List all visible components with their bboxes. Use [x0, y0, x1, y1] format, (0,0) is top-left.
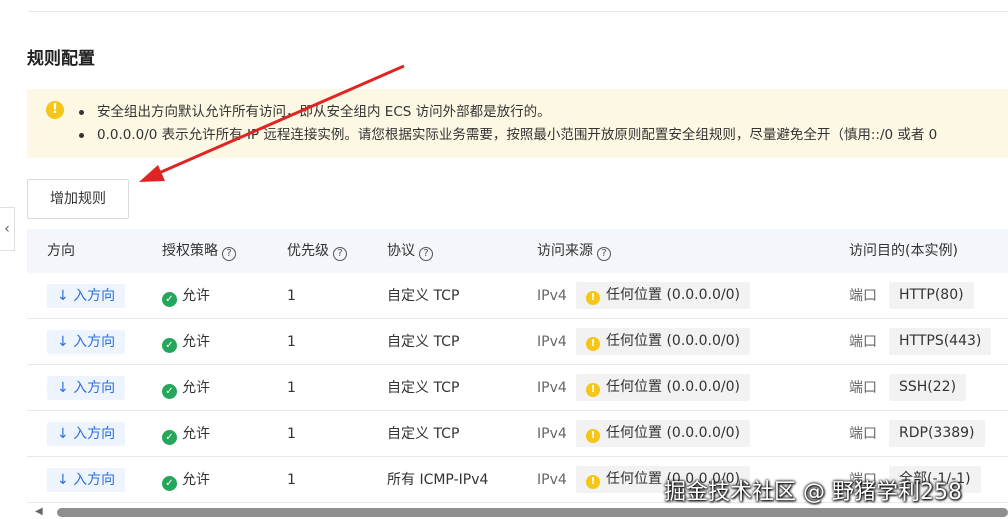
help-icon[interactable]: ?: [597, 247, 611, 261]
check-icon: ✓: [162, 384, 177, 399]
table-row: ↓ 入方向 ✓ 允许 1 自定义 TCP IPv4 ! 任何位置 (0.0.0.0/…: [27, 411, 1008, 457]
port-label: 端口: [849, 334, 877, 350]
source-tag: ! 任何位置 (0.0.0.0/0): [576, 328, 750, 355]
check-icon: ✓: [162, 476, 177, 491]
port-tag: RDP(3389): [889, 420, 985, 447]
notice-list: 安全组出方向默认允许所有访问，即从安全组内 ECS 访问外部都是放行的。 0.0…: [79, 101, 937, 147]
check-icon: ✓: [162, 430, 177, 445]
source-tag: ! 任何位置 (0.0.0.0/0): [576, 420, 750, 447]
policy-cell: ✓ 允许: [162, 319, 210, 365]
port-label: 端口: [849, 380, 877, 396]
direction-tag: ↓ 入方向: [47, 376, 126, 400]
protocol-cell: 自定义 TCP: [387, 334, 460, 350]
check-icon: ✓: [162, 338, 177, 353]
policy-cell: ✓ 允许: [162, 365, 210, 411]
policy-cell: ✓ 允许: [162, 411, 210, 457]
warning-icon: !: [586, 383, 600, 397]
header-destination: 访问目的(本实例): [849, 243, 958, 259]
header-policy: 授权策略?: [162, 229, 236, 273]
help-icon[interactable]: ?: [333, 247, 347, 261]
protocol-cell: 自定义 TCP: [387, 426, 460, 442]
header-direction: 方向: [47, 243, 75, 259]
protocol-cell: 自定义 TCP: [387, 288, 460, 304]
watermark: 掘金技术社区 @ 野猪学利258: [664, 480, 962, 505]
priority-cell: 1: [287, 288, 296, 304]
port-tag: SSH(22): [889, 374, 967, 401]
priority-cell: 1: [287, 472, 296, 488]
ip-version-cell: IPv4: [537, 426, 567, 442]
priority-cell: 1: [287, 334, 296, 350]
priority-cell: 1: [287, 380, 296, 396]
protocol-cell: 所有 ICMP-IPv4: [387, 472, 489, 488]
collapse-panel-icon[interactable]: ‹: [0, 207, 15, 251]
table-row: ↓ 入方向 ✓ 允许 1 自定义 TCP IPv4 ! 任何位置 (0.0.0.0/…: [27, 273, 1008, 319]
warning-icon: !: [586, 475, 600, 489]
header-priority: 优先级?: [287, 229, 347, 273]
help-icon[interactable]: ?: [419, 247, 433, 261]
port-label: 端口: [849, 426, 877, 442]
ip-version-cell: IPv4: [537, 380, 567, 396]
section-title: 规则配置: [27, 49, 95, 69]
header-protocol: 协议?: [387, 229, 433, 273]
protocol-cell: 自定义 TCP: [387, 380, 460, 396]
notice-line: 0.0.0.0/0 表示允许所有 IP 远程连接实例。请您根据实际业务需要，按照…: [79, 124, 937, 147]
port-tag: HTTPS(443): [889, 328, 992, 355]
port-label: 端口: [849, 288, 877, 304]
source-tag: ! 任何位置 (0.0.0.0/0): [576, 282, 750, 309]
policy-cell: ✓ 允许: [162, 273, 210, 319]
direction-tag: ↓ 入方向: [47, 330, 126, 354]
priority-cell: 1: [287, 426, 296, 442]
direction-tag: ↓ 入方向: [47, 422, 126, 446]
scroll-left-icon[interactable]: ◀: [35, 506, 43, 517]
warning-icon: !: [586, 291, 600, 305]
port-tag: HTTP(80): [889, 282, 974, 309]
table-header: 方向 授权策略? 优先级? 协议? 访问来源? 访问目的(本实例): [27, 229, 1008, 273]
scrollbar-thumb[interactable]: [57, 508, 1008, 517]
warning-icon: !: [586, 429, 600, 443]
direction-tag: ↓ 入方向: [47, 468, 126, 492]
source-tag: ! 任何位置 (0.0.0.0/0): [576, 374, 750, 401]
ip-version-cell: IPv4: [537, 472, 567, 488]
warning-icon: !: [46, 101, 64, 119]
direction-tag: ↓ 入方向: [47, 284, 126, 308]
horizontal-scrollbar[interactable]: ◀: [27, 505, 1008, 519]
arrow-head: [139, 165, 165, 182]
policy-cell: ✓ 允许: [162, 457, 210, 503]
help-icon[interactable]: ?: [222, 247, 236, 261]
ip-version-cell: IPv4: [537, 288, 567, 304]
add-rule-button[interactable]: 增加规则: [27, 179, 129, 219]
header-source: 访问来源?: [537, 229, 611, 273]
top-divider: [28, 11, 1008, 12]
notice-banner: ! 安全组出方向默认允许所有访问，即从安全组内 ECS 访问外部都是放行的。 0…: [27, 89, 1008, 158]
table-row: ↓ 入方向 ✓ 允许 1 自定义 TCP IPv4 ! 任何位置 (0.0.0.0/…: [27, 365, 1008, 411]
table-row: ↓ 入方向 ✓ 允许 1 自定义 TCP IPv4 ! 任何位置 (0.0.0.0/…: [27, 319, 1008, 365]
check-icon: ✓: [162, 292, 177, 307]
warning-icon: !: [586, 337, 600, 351]
ip-version-cell: IPv4: [537, 334, 567, 350]
notice-line: 安全组出方向默认允许所有访问，即从安全组内 ECS 访问外部都是放行的。: [79, 101, 937, 124]
